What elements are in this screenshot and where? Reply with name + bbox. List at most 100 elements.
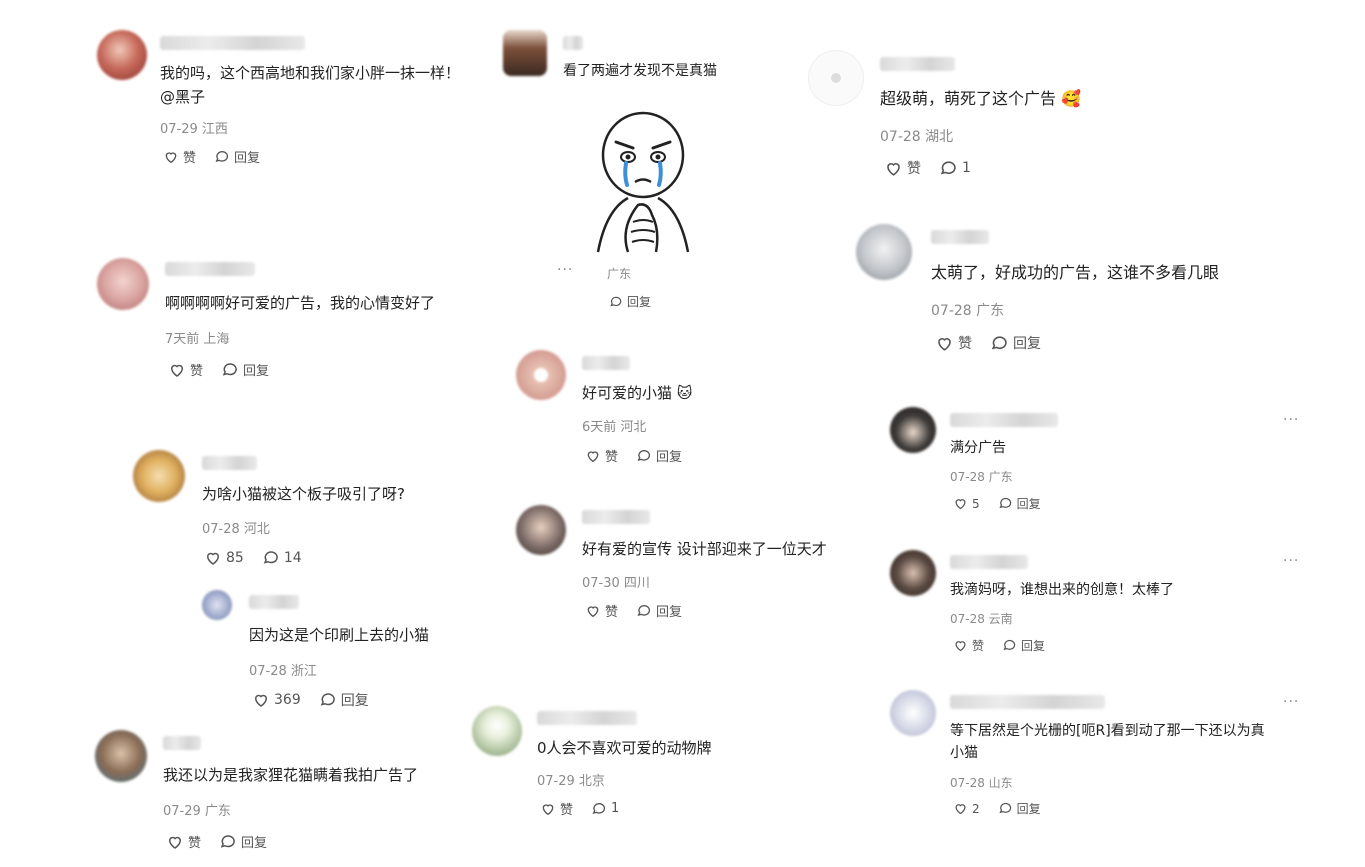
comment-meta: 07-29 江西 <box>160 122 228 137</box>
avatar[interactable] <box>890 550 936 596</box>
reply-button[interactable]: 回复 <box>219 832 267 851</box>
avatar[interactable] <box>95 730 147 782</box>
username-blurred[interactable] <box>165 262 255 276</box>
avatar[interactable] <box>97 30 147 80</box>
comment-bubble-icon <box>220 834 235 848</box>
username-blurred[interactable] <box>950 413 1058 427</box>
username-blurred[interactable] <box>163 736 201 750</box>
reply-button[interactable]: 14 <box>262 549 302 567</box>
reply-count: 回复 <box>241 836 268 851</box>
comment-bubble-icon <box>215 150 229 162</box>
username-blurred[interactable] <box>537 711 637 725</box>
like-count: 赞 <box>605 605 619 620</box>
like-button[interactable]: 5 <box>953 496 980 511</box>
comment-meta: 07-28 广东 <box>931 303 1005 319</box>
username-blurred[interactable] <box>582 510 650 524</box>
username-blurred[interactable] <box>950 695 1105 709</box>
reply-button[interactable]: 回复 <box>221 360 269 379</box>
reply-button[interactable]: 1 <box>939 159 971 178</box>
like-count: 赞 <box>958 336 972 352</box>
username-blurred[interactable] <box>563 36 583 50</box>
like-button[interactable]: 85 <box>204 549 244 567</box>
reply-button[interactable]: 回复 <box>990 333 1041 353</box>
more-options-icon[interactable]: ··· <box>557 262 573 278</box>
heart-icon <box>955 499 966 510</box>
comment-text: 为啥小猫被这个板子吸引了呀? <box>202 485 405 503</box>
username-blurred[interactable] <box>931 230 989 244</box>
more-options-icon[interactable]: ··· <box>1283 412 1299 428</box>
avatar[interactable] <box>808 50 864 106</box>
username-blurred[interactable] <box>950 555 1028 569</box>
comment-meta: 07-29 广东 <box>163 804 231 819</box>
comment-bubble-icon <box>610 296 622 306</box>
reply-count: 回复 <box>1013 336 1041 352</box>
username-blurred[interactable] <box>249 595 299 609</box>
comment-meta: 07-28 河北 <box>202 522 270 537</box>
username-blurred[interactable] <box>202 456 257 470</box>
like-button[interactable]: 赞 <box>585 601 618 620</box>
comment-meta: 07-30 四川 <box>582 576 650 591</box>
more-options-icon[interactable]: ··· <box>1283 553 1299 569</box>
username-blurred[interactable] <box>880 57 955 71</box>
reply-button[interactable]: 回复 <box>319 690 369 710</box>
heart-icon <box>587 450 599 462</box>
like-button[interactable]: 赞 <box>163 147 196 166</box>
more-options-icon[interactable]: ··· <box>1283 694 1299 710</box>
reply-count: 回复 <box>656 450 683 465</box>
avatar[interactable] <box>890 407 936 453</box>
heart-icon <box>542 803 554 815</box>
comment-bubble-icon <box>222 362 237 376</box>
comment-text: 超级萌，萌死了这个广告 🥰 <box>880 89 1082 108</box>
comment-text: 等下居然是个光栅的[呃R]看到动了那一下还以为真 <box>950 723 1265 739</box>
like-button[interactable]: 赞 <box>884 158 921 178</box>
avatar[interactable] <box>202 590 232 620</box>
avatar[interactable] <box>133 450 185 502</box>
comment-text: 满分广告 <box>950 440 1006 456</box>
avatar[interactable] <box>890 690 936 736</box>
reply-button[interactable]: 1 <box>591 801 619 817</box>
avatar[interactable] <box>516 505 566 555</box>
heart-icon <box>955 804 966 815</box>
crying-meme-sticker[interactable] <box>578 110 708 255</box>
comment-text: 好有爱的宣传 设计部迎来了一位天才 <box>582 540 827 558</box>
heart-icon <box>887 162 900 176</box>
avatar[interactable] <box>472 706 522 756</box>
reply-count: 回复 <box>243 364 270 379</box>
like-count: 5 <box>972 496 980 511</box>
like-button[interactable]: 赞 <box>168 360 203 379</box>
avatar[interactable] <box>516 350 566 400</box>
like-count: 赞 <box>907 161 921 177</box>
like-button[interactable]: 369 <box>252 691 301 709</box>
comment-meta: 07-28 湖北 <box>880 129 954 145</box>
avatar[interactable] <box>97 258 149 310</box>
reply-button[interactable]: 回复 <box>214 147 260 166</box>
reply-button[interactable]: 回复 <box>609 293 651 310</box>
reply-button[interactable]: 回复 <box>998 495 1041 512</box>
avatar[interactable] <box>503 30 547 76</box>
comment-bubble-icon <box>637 449 651 461</box>
like-button[interactable]: 赞 <box>585 446 618 465</box>
reply-button[interactable]: 回复 <box>636 446 682 465</box>
like-button[interactable]: 赞 <box>166 832 201 851</box>
reply-button[interactable]: 回复 <box>1002 637 1045 654</box>
comment-text-line2: @黑子 <box>160 88 206 106</box>
reply-button[interactable]: 回复 <box>636 601 682 620</box>
reply-button[interactable]: 回复 <box>998 800 1041 817</box>
comment-meta: 07-28 山东 <box>950 776 1013 790</box>
comment-bubble-icon <box>991 335 1007 349</box>
username-blurred[interactable] <box>160 36 305 50</box>
like-button[interactable]: 赞 <box>935 333 972 353</box>
reply-count: 回复 <box>340 693 369 709</box>
comment-bubble-icon <box>1003 639 1016 651</box>
reply-count: 回复 <box>234 151 261 166</box>
like-button[interactable]: 2 <box>953 801 980 816</box>
heart-icon <box>168 836 182 849</box>
heart-icon <box>206 552 220 565</box>
like-count: 赞 <box>972 639 985 653</box>
username-blurred[interactable] <box>582 356 630 370</box>
comment-meta: 6天前 河北 <box>582 420 647 435</box>
like-button[interactable]: 赞 <box>953 637 984 654</box>
like-button[interactable]: 赞 <box>540 799 573 818</box>
avatar[interactable] <box>856 224 912 280</box>
heart-icon <box>955 641 966 652</box>
